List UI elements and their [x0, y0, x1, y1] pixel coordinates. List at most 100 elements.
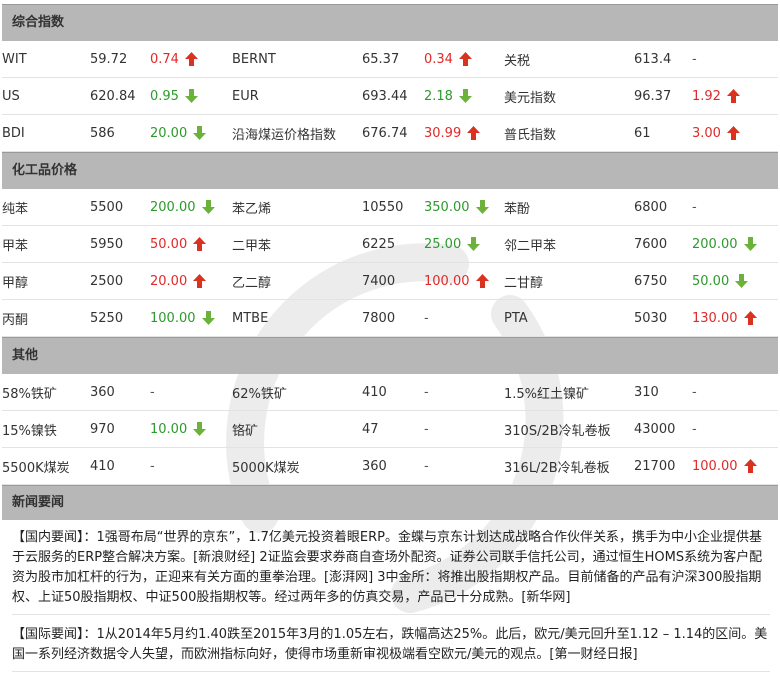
- change-value: 0.34: [424, 51, 453, 67]
- item-price: 5030: [634, 299, 692, 337]
- item-change: -: [424, 299, 504, 337]
- green-down-arrow-icon: [184, 89, 198, 103]
- item-change: -: [424, 447, 504, 485]
- item-name: BERNT: [232, 41, 362, 78]
- item-name: 苯酚: [504, 189, 634, 226]
- item-change: 100.00: [424, 262, 504, 300]
- change-value: -: [692, 199, 697, 215]
- item-price: 360: [90, 374, 150, 411]
- red-up-arrow-icon: [726, 89, 740, 103]
- item-change: -: [692, 41, 778, 78]
- green-down-arrow-icon: [193, 126, 207, 140]
- item-price: 47: [362, 410, 424, 448]
- item-name: 二甲苯: [232, 225, 362, 263]
- item-change: 0.74: [150, 41, 232, 78]
- other-price-table: 58%铁矿 360-62%铁矿 410-1.5%红土镍矿 310-15%镍铁 970 10…: [2, 374, 778, 485]
- item-change: -: [150, 447, 232, 485]
- item-price: 693.44: [362, 77, 424, 115]
- red-up-arrow-icon: [184, 52, 198, 66]
- change-value: 30.99: [424, 125, 462, 141]
- item-name: 1.5%红土镍矿: [504, 374, 634, 411]
- item-price: 6800: [634, 189, 692, 226]
- item-name: 58%铁矿: [2, 374, 90, 411]
- news-content: 【国内要闻】：1强哥布局“世界的京东”，1.7亿美元投资着眼ERP。金蝶与京东计…: [2, 520, 778, 672]
- item-price: 43000: [634, 410, 692, 448]
- item-name: 15%镍铁: [2, 410, 90, 448]
- table-row: 15%镍铁 970 10.00 铬矿 47-310S/2B冷轧卷板 43000-: [2, 410, 778, 448]
- green-down-arrow-icon: [467, 237, 481, 251]
- item-change: 200.00: [692, 225, 778, 263]
- item-name: 普氏指数: [504, 114, 634, 152]
- item-name: PTA: [504, 299, 634, 337]
- chemical-price-table: 纯苯 5500 200.00 苯乙烯 10550 350.00 苯酚 6800- 甲苯 5950 5…: [2, 189, 778, 337]
- change-value: -: [692, 51, 697, 67]
- item-price: 620.84: [90, 77, 150, 115]
- item-change: -: [692, 374, 778, 411]
- change-value: 100.00: [692, 458, 738, 474]
- item-price: 970: [90, 410, 150, 448]
- item-name: 310S/2B冷轧卷板: [504, 410, 634, 448]
- item-price: 96.37: [634, 77, 692, 115]
- change-value: -: [424, 310, 429, 326]
- item-change: 1.92: [692, 77, 778, 115]
- green-down-arrow-icon: [743, 237, 757, 251]
- item-price: 7800: [362, 299, 424, 337]
- item-name: 沿海煤运价格指数: [232, 114, 362, 152]
- table-row: 5500K煤炭 410-5000K煤炭 360-316L/2B冷轧卷板 21700 10…: [2, 447, 778, 485]
- change-value: 20.00: [150, 273, 188, 289]
- item-price: 586: [90, 114, 150, 152]
- green-down-arrow-icon: [475, 200, 489, 214]
- item-name: 苯乙烯: [232, 189, 362, 226]
- change-value: 20.00: [150, 125, 188, 141]
- item-price: 410: [90, 447, 150, 485]
- change-value: 50.00: [150, 236, 188, 252]
- red-up-arrow-icon: [743, 459, 757, 473]
- green-down-arrow-icon: [735, 274, 749, 288]
- red-up-arrow-icon: [467, 126, 481, 140]
- change-value: 2.18: [424, 88, 453, 104]
- item-price: 410: [362, 374, 424, 411]
- item-price: 65.37: [362, 41, 424, 78]
- change-value: 100.00: [150, 310, 196, 326]
- item-change: 0.34: [424, 41, 504, 78]
- item-price: 360: [362, 447, 424, 485]
- table-row: 纯苯 5500 200.00 苯乙烯 10550 350.00 苯酚 6800-: [2, 189, 778, 226]
- section-header-composite: 综合指数: [2, 4, 778, 41]
- item-price: 6750: [634, 262, 692, 300]
- item-price: 21700: [634, 447, 692, 485]
- item-change: 50.00: [150, 225, 232, 263]
- item-price: 61: [634, 114, 692, 152]
- red-up-arrow-icon: [458, 52, 472, 66]
- composite-index-table: WIT 59.72 0.74 BERNT 65.37 0.34 关税 613.4- US 620.…: [2, 41, 778, 152]
- change-value: -: [424, 421, 429, 437]
- item-name: 二甘醇: [504, 262, 634, 300]
- item-name: 邻二甲苯: [504, 225, 634, 263]
- table-row: 甲醇 2500 20.00 乙二醇 7400 100.00 二甘醇 6750 50.00: [2, 262, 778, 300]
- item-price: 7600: [634, 225, 692, 263]
- item-change: 200.00: [150, 189, 232, 226]
- red-up-arrow-icon: [193, 274, 207, 288]
- change-value: 25.00: [424, 236, 462, 252]
- item-change: 100.00: [150, 299, 232, 337]
- red-up-arrow-icon: [726, 126, 740, 140]
- item-name: US: [2, 77, 90, 115]
- item-change: -: [150, 374, 232, 411]
- item-price: 5250: [90, 299, 150, 337]
- change-value: 3.00: [692, 125, 721, 141]
- section-header-news: 新闻要闻: [2, 485, 778, 520]
- red-up-arrow-icon: [475, 274, 489, 288]
- section-header-other: 其他: [2, 337, 778, 374]
- change-value: 350.00: [424, 199, 470, 215]
- item-name: 316L/2B冷轧卷板: [504, 447, 634, 485]
- item-price: 5950: [90, 225, 150, 263]
- change-value: 10.00: [150, 421, 188, 437]
- change-value: 0.95: [150, 88, 179, 104]
- item-name: 5500K煤炭: [2, 447, 90, 485]
- item-name: 甲醇: [2, 262, 90, 300]
- item-name: 甲苯: [2, 225, 90, 263]
- item-change: 30.99: [424, 114, 504, 152]
- item-price: 6225: [362, 225, 424, 263]
- table-row: BDI 586 20.00 沿海煤运价格指数 676.74 30.99 普氏指数 61 3.00: [2, 114, 778, 152]
- item-price: 613.4: [634, 41, 692, 78]
- item-change: 130.00: [692, 299, 778, 337]
